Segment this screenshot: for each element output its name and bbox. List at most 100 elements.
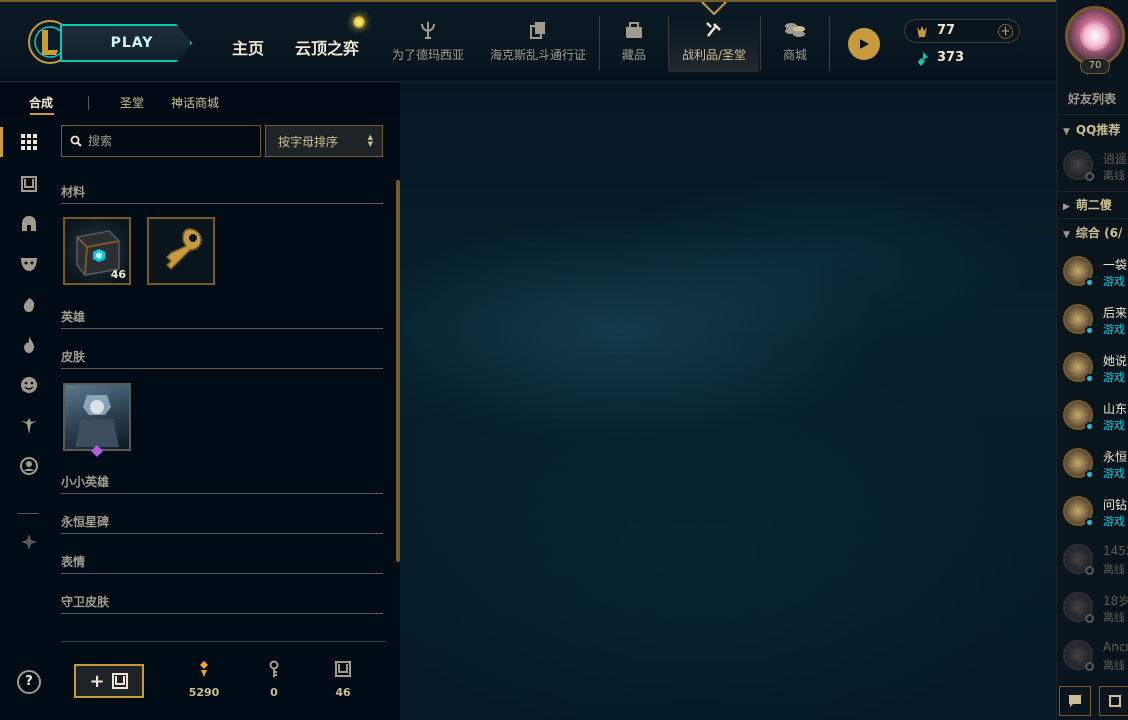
skin-mask-icon[interactable]: [20, 255, 38, 273]
nav-for-demacia[interactable]: 为了德玛西亚: [388, 20, 468, 72]
friend-name: 问钻: [1103, 498, 1128, 512]
friend-group-qq[interactable]: ▼ QQ推荐: [1063, 121, 1120, 138]
search-input[interactable]: [88, 131, 256, 151]
emote-face-icon[interactable]: [20, 376, 38, 394]
nav-label: 藏品: [621, 48, 646, 62]
loot-scrollbar[interactable]: [396, 180, 400, 562]
friend-item[interactable]: 1452 离线: [1063, 540, 1128, 580]
friend-group-general[interactable]: ▼ 综合 (6/: [1063, 224, 1122, 241]
section-title: 材料: [61, 185, 86, 199]
friend-group-meng[interactable]: ▶ 萌二傻: [1063, 196, 1112, 213]
section-divider: [61, 573, 383, 574]
nav-divider: [760, 16, 761, 70]
help-button[interactable]: ?: [17, 670, 41, 694]
friend-status: 离线: [1103, 169, 1125, 182]
avatar-portrait: [1080, 21, 1110, 51]
trident-icon: [421, 22, 435, 39]
nav-collection[interactable]: 藏品: [614, 20, 654, 72]
missions-button[interactable]: [1099, 686, 1128, 716]
sort-dropdown[interactable]: 按字母排序 ▲ ▼: [265, 125, 383, 157]
play-button[interactable]: PLAY: [60, 24, 192, 62]
nav-divider: [829, 16, 830, 70]
friend-item[interactable]: 一袋 游戏: [1063, 252, 1128, 292]
play-coin-icon: [860, 39, 869, 49]
tft-notification-dot: [353, 16, 365, 28]
tab-sanctum[interactable]: 圣堂: [120, 94, 144, 111]
status-dot: [1085, 374, 1094, 383]
nav-home[interactable]: 主页: [232, 35, 264, 59]
tab-crafting[interactable]: 合成: [29, 94, 53, 111]
friend-name: 18岁: [1103, 594, 1128, 608]
group-label: 综合 (6/: [1075, 226, 1123, 240]
friend-status: 游戏: [1103, 371, 1125, 384]
friend-item[interactable]: 问钻 游戏: [1063, 492, 1128, 532]
friend-item[interactable]: 山东 游戏: [1063, 396, 1128, 436]
friend-item[interactable]: 她说 游戏: [1063, 348, 1128, 388]
section-divider: [61, 533, 383, 534]
friends-list-title: 好友列表: [1068, 92, 1117, 106]
friend-status: 游戏: [1103, 323, 1125, 336]
skin-portrait-icon: [75, 395, 119, 447]
eternals-flame-icon[interactable]: [20, 336, 38, 354]
skin-shard-tile[interactable]: [63, 383, 131, 451]
friends-panel: 70 好友列表 ▼ QQ推荐 逍遥 离线 ▶ 萌二傻 ▼ 综合 (6/ 一袋 游戏 后…: [1056, 0, 1128, 720]
status-dot: [1085, 662, 1094, 671]
friend-name: 一袋: [1103, 258, 1128, 272]
friend-name: Ancı: [1103, 640, 1128, 654]
nav-hextech-pass[interactable]: 海克斯乱斗通行证: [486, 20, 590, 72]
little-legend-icon[interactable]: [20, 296, 38, 314]
friend-item[interactable]: 后来 游戏: [1063, 300, 1128, 340]
champion-helmet-icon[interactable]: [20, 215, 38, 233]
friend-item[interactable]: 永恒 游戏: [1063, 444, 1128, 484]
missions-icon: [1109, 695, 1121, 707]
loot-list: 材料 46 英雄 皮肤 小小英雄 永恒星碑 表情 守卫皮肤: [61, 177, 391, 647]
store-coins-icon: [785, 23, 805, 37]
status-dot: [1085, 614, 1094, 623]
summoner-level: 70: [1080, 58, 1110, 74]
craft-chest-button[interactable]: +: [74, 664, 144, 698]
counter-value: 5290: [188, 686, 220, 699]
hextech-key-tile[interactable]: [147, 217, 215, 285]
status-dot: [1085, 278, 1094, 287]
tab-mythic-shop[interactable]: 神话商城: [171, 94, 219, 111]
featured-shop-button[interactable]: [848, 28, 880, 60]
friend-name: 她说: [1103, 354, 1128, 368]
status-dot: [1085, 326, 1094, 335]
friend-item[interactable]: 逍遥 离线: [1063, 146, 1128, 186]
status-dot: [1085, 470, 1094, 479]
status-dot: [1085, 518, 1094, 527]
chest-icon: [335, 661, 351, 677]
friend-status: 游戏: [1103, 515, 1125, 528]
category-rail: [0, 125, 48, 720]
summoner-avatar[interactable]: [1065, 6, 1125, 66]
friend-status: 游戏: [1103, 419, 1125, 432]
counter-value: 46: [335, 686, 351, 699]
ward-icon[interactable]: [20, 417, 38, 435]
nav-store[interactable]: 商城: [775, 20, 815, 72]
active-caret-icon: [701, 2, 727, 16]
chat-button[interactable]: [1059, 686, 1091, 716]
nav-tft[interactable]: 云顶之弈: [295, 35, 359, 59]
section-divider: [61, 368, 383, 369]
nav-label: 海克斯乱斗通行证: [489, 48, 586, 62]
friend-item[interactable]: Ancı 离线: [1063, 636, 1128, 676]
orange-essence-counter: 5290: [184, 660, 224, 699]
summoner-icon[interactable]: [20, 457, 38, 475]
friend-name: 后来: [1103, 306, 1128, 320]
chest-icon: [111, 673, 128, 689]
section-eternals: 永恒星碑: [61, 513, 383, 534]
friend-item[interactable]: 18岁 离线: [1063, 588, 1128, 628]
nav-loot[interactable]: 战利品/圣堂: [669, 20, 759, 72]
hextech-chest-tile[interactable]: 46: [63, 217, 131, 285]
orange-essence-icon: [200, 661, 208, 677]
chat-icon: [1069, 695, 1081, 707]
grid-all-icon[interactable]: [20, 133, 38, 151]
craft-plus-label: +: [89, 670, 105, 692]
group-label: QQ推荐: [1075, 123, 1121, 137]
other-loot-icon[interactable]: [20, 533, 38, 551]
riot-points-value: 77: [937, 23, 956, 38]
chest-category-icon[interactable]: [20, 175, 38, 193]
status-dot: [1085, 422, 1094, 431]
friend-name: 逍遥: [1103, 152, 1128, 166]
buy-rp-button[interactable]: +: [998, 24, 1013, 39]
